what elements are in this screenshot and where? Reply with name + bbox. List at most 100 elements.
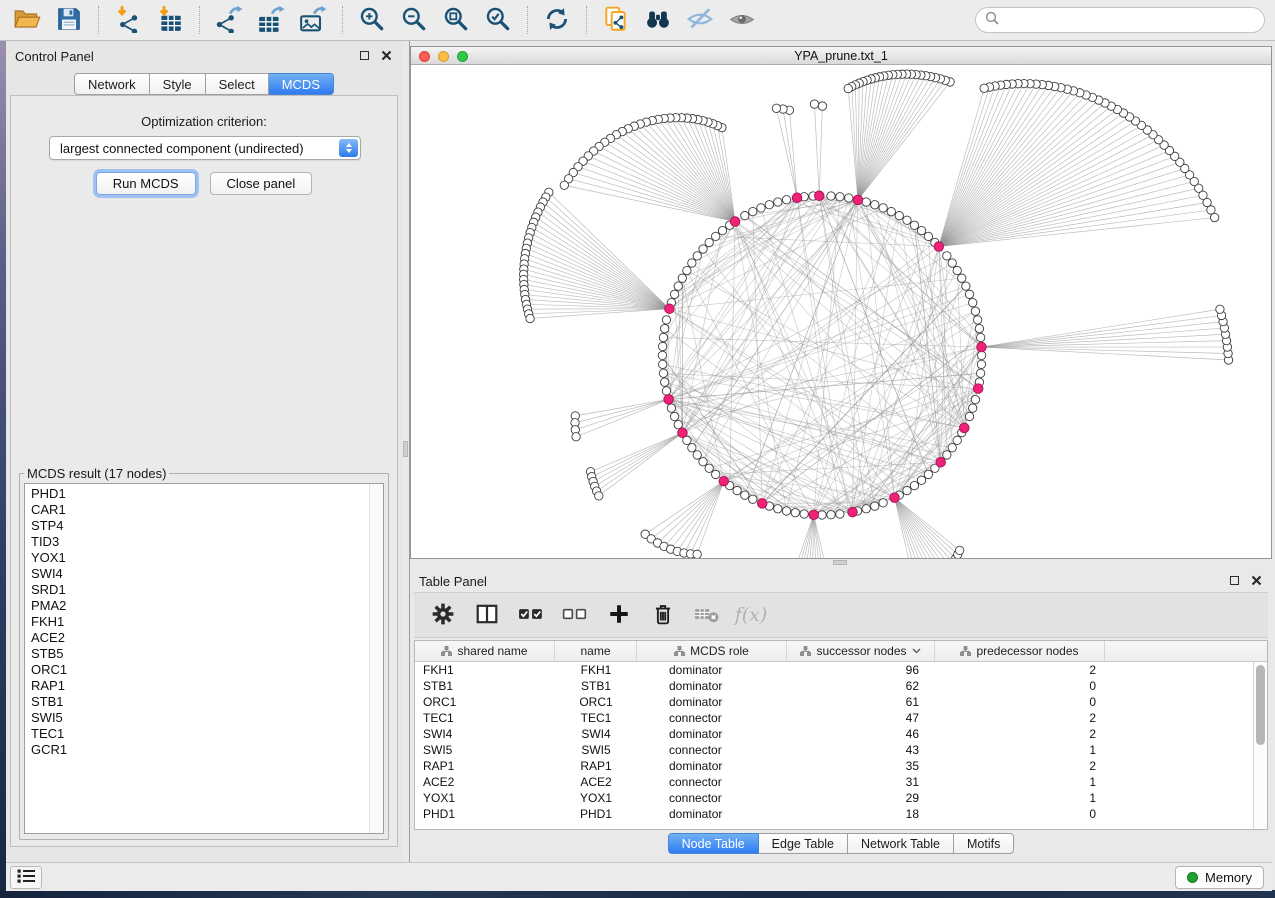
control-panel-tab[interactable]: Network [74, 73, 150, 95]
cell-successor-nodes: 46 [787, 726, 935, 742]
control-panel-title: Control Panel [15, 49, 94, 64]
close-panel-icon[interactable] [379, 48, 394, 63]
show-annotations-button[interactable] [721, 2, 763, 38]
table-row[interactable]: ACE2 ACE2 connector 31 1 [415, 774, 1267, 790]
cell-name: ACE2 [555, 774, 637, 790]
table-row[interactable]: RAP1 RAP1 dominator 35 2 [415, 758, 1267, 774]
cell-shared-name: TEC1 [415, 710, 555, 726]
column-type-icon [441, 646, 452, 656]
horizontal-splitter[interactable] [410, 559, 1272, 566]
network-window: YPA_prune.txt_1 [410, 46, 1272, 559]
mcds-result-item: PMA2 [31, 598, 369, 614]
memory-button[interactable]: Memory [1175, 866, 1264, 889]
zoom-selected-button[interactable] [477, 2, 519, 38]
splitter-grip[interactable] [833, 560, 847, 565]
search-box[interactable] [975, 7, 1265, 33]
table-row[interactable]: SWI4 SWI4 dominator 46 2 [415, 726, 1267, 742]
table-row[interactable]: ORC1 ORC1 dominator 61 0 [415, 694, 1267, 710]
network-window-titlebar[interactable]: YPA_prune.txt_1 [411, 47, 1271, 65]
dropdown-stepper-icon [339, 139, 358, 157]
cell-predecessor-nodes: 1 [935, 790, 1105, 806]
cell-mcds-role: dominator [637, 694, 787, 710]
refresh-layout-button[interactable] [536, 2, 578, 38]
table-row[interactable]: FKH1 FKH1 dominator 96 2 [415, 662, 1267, 678]
run-mcds-button[interactable]: Run MCDS [96, 172, 196, 195]
mcds-result-list[interactable]: PHD1 CAR1 STP4 TID3 YOX1 SWI4 SRD1 [24, 483, 384, 834]
open-folder-icon [13, 5, 41, 36]
criterion-dropdown[interactable]: largest connected component (undirected) [49, 136, 361, 160]
vertical-splitter[interactable] [402, 41, 410, 862]
cell-successor-nodes: 29 [787, 790, 935, 806]
refresh-icon [543, 5, 571, 36]
column-visibility-button[interactable] [472, 600, 502, 630]
scrollbar-thumb[interactable] [1256, 665, 1265, 745]
import-network-button[interactable] [107, 2, 149, 38]
panel-list-button[interactable] [10, 866, 42, 889]
column-header[interactable]: successor nodes [787, 641, 935, 661]
column-header[interactable]: shared name [415, 641, 555, 661]
table-tab[interactable]: Motifs [954, 833, 1014, 854]
table-tab[interactable]: Node Table [668, 833, 759, 854]
export-image-icon [299, 5, 327, 36]
control-panel: Control Panel Network Style Select MCDS … [6, 41, 402, 862]
cell-successor-nodes: 31 [787, 774, 935, 790]
search-input[interactable] [1005, 13, 1255, 28]
column-type-icon [800, 646, 811, 656]
zoom-in-button[interactable] [351, 2, 393, 38]
fx-icon: f(x) [735, 604, 768, 626]
close-table-panel-icon[interactable] [1249, 573, 1264, 588]
table-row[interactable]: TEC1 TEC1 connector 47 2 [415, 710, 1267, 726]
save-session-button[interactable] [48, 2, 90, 38]
float-panel-icon[interactable] [357, 48, 372, 63]
table-scrollbar[interactable] [1253, 662, 1267, 829]
import-table-button[interactable] [149, 2, 191, 38]
zoom-out-button[interactable] [393, 2, 435, 38]
open-file-button[interactable] [6, 2, 48, 38]
checked-boxes-icon [518, 602, 544, 629]
delete-column-button[interactable] [648, 600, 678, 630]
delete-table-button-disabled [692, 600, 722, 630]
close-mcds-panel-button[interactable]: Close panel [210, 172, 313, 195]
cell-successor-nodes: 96 [787, 662, 935, 678]
zoom-selected-icon [484, 5, 512, 36]
control-panel-tab[interactable]: Style [150, 73, 206, 95]
mcds-result-item: SWI5 [31, 710, 369, 726]
mcds-result-box: MCDS result (17 nodes) PHD1 CAR1 STP4 TI… [19, 466, 389, 840]
splitter-grip[interactable] [403, 441, 408, 457]
mcds-result-item: ORC1 [31, 662, 369, 678]
export-image-button[interactable] [292, 2, 334, 38]
table-tab[interactable]: Edge Table [759, 833, 848, 854]
select-all-button[interactable] [516, 600, 546, 630]
zoom-fit-button[interactable] [435, 2, 477, 38]
add-column-button[interactable] [604, 600, 634, 630]
deselect-all-button[interactable] [560, 600, 590, 630]
control-panel-tab[interactable]: MCDS [269, 73, 334, 95]
table-panel-title: Table Panel [419, 574, 487, 589]
clone-network-button[interactable] [595, 2, 637, 38]
export-table-button[interactable] [250, 2, 292, 38]
table-row[interactable]: YOX1 YOX1 connector 29 1 [415, 790, 1267, 806]
hide-annotations-button[interactable] [679, 2, 721, 38]
column-header[interactable]: predecessor nodes [935, 641, 1105, 661]
table-row[interactable]: SWI5 SWI5 connector 43 1 [415, 742, 1267, 758]
function-builder-button-disabled: f(x) [736, 600, 766, 630]
column-header[interactable]: name [555, 641, 637, 661]
table-settings-button[interactable] [428, 600, 458, 630]
mcds-panel: Optimization criterion: largest connecte… [10, 95, 398, 847]
eye-slash-icon [686, 5, 714, 36]
table-row[interactable]: PHD1 PHD1 dominator 18 0 [415, 806, 1267, 822]
status-bar: Memory [6, 862, 1272, 891]
cell-predecessor-nodes: 0 [935, 678, 1105, 694]
control-panel-tab[interactable]: Select [206, 73, 269, 95]
cell-mcds-role: connector [637, 742, 787, 758]
mcds-result-item: STB5 [31, 646, 369, 662]
result-scrollbar[interactable] [369, 484, 383, 833]
network-canvas[interactable] [411, 65, 1271, 558]
column-header[interactable]: MCDS role [637, 641, 787, 661]
float-table-panel-icon[interactable] [1227, 573, 1242, 588]
table-tab[interactable]: Network Table [848, 833, 954, 854]
list-icon [13, 865, 39, 890]
first-neighbors-button[interactable] [637, 2, 679, 38]
export-network-button[interactable] [208, 2, 250, 38]
table-row[interactable]: STB1 STB1 dominator 62 0 [415, 678, 1267, 694]
